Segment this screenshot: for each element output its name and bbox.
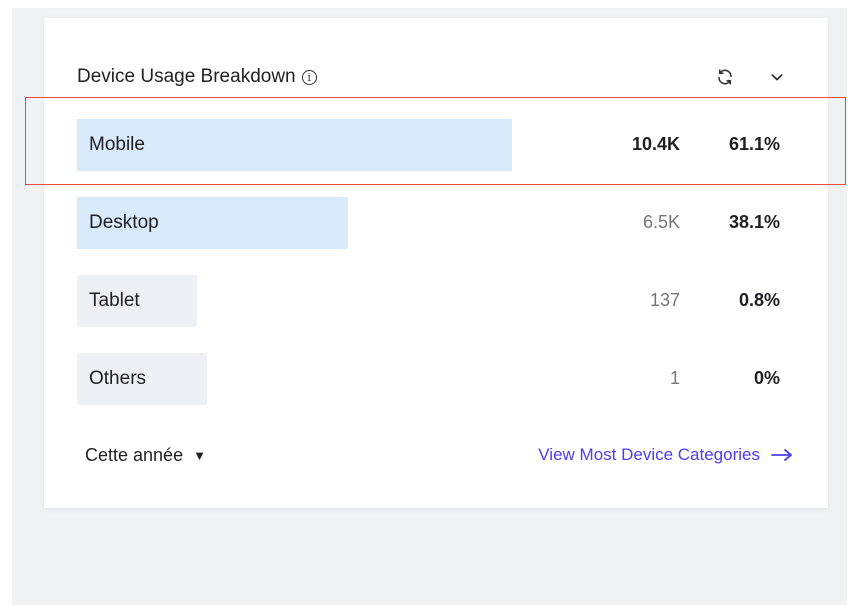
view-categories-link[interactable]: View Most Device Categories — [538, 445, 794, 465]
refresh-icon[interactable] — [714, 66, 736, 88]
device-row-tablet[interactable]: Tablet 137 0.8% — [44, 263, 828, 341]
chevron-down-icon[interactable] — [766, 66, 788, 88]
device-row-others[interactable]: Others 1 0% — [44, 341, 828, 419]
device-row-mobile[interactable]: Mobile 10.4K 61.1% — [44, 107, 828, 185]
arrow-right-icon — [771, 449, 792, 461]
period-label: Cette année — [85, 444, 184, 465]
view-categories-label: View Most Device Categories — [538, 445, 760, 464]
device-percent: 0.8% — [738, 290, 780, 310]
device-label: Desktop — [89, 212, 159, 233]
device-percent: 38.1% — [728, 212, 780, 232]
device-label: Tablet — [89, 290, 140, 311]
device-label: Others — [89, 368, 147, 389]
device-usage-card: Device Usage Breakdown i Mobile 10.4K 61… — [44, 18, 828, 508]
card-header: Device Usage Breakdown i — [77, 62, 788, 92]
card-footer: Cette année ▼ View Most Device Categorie… — [85, 441, 794, 469]
caret-down-icon: ▼ — [193, 447, 206, 463]
device-row-desktop[interactable]: Desktop 6.5K 38.1% — [44, 185, 828, 263]
header-actions — [714, 66, 788, 88]
device-percent: 0% — [753, 368, 780, 388]
device-rows: Mobile 10.4K 61.1% Desktop 6.5K 38.1% Ta… — [44, 107, 828, 419]
device-count: 6.5K — [642, 212, 680, 232]
device-count: 10.4K — [631, 134, 680, 154]
device-percent: 61.1% — [728, 134, 780, 154]
device-count: 1 — [669, 368, 680, 388]
device-label: Mobile — [89, 134, 145, 155]
info-icon[interactable]: i — [301, 69, 317, 85]
period-dropdown[interactable]: Cette année ▼ — [85, 445, 206, 466]
device-count: 137 — [649, 290, 680, 310]
card-title: Device Usage Breakdown — [77, 66, 296, 87]
